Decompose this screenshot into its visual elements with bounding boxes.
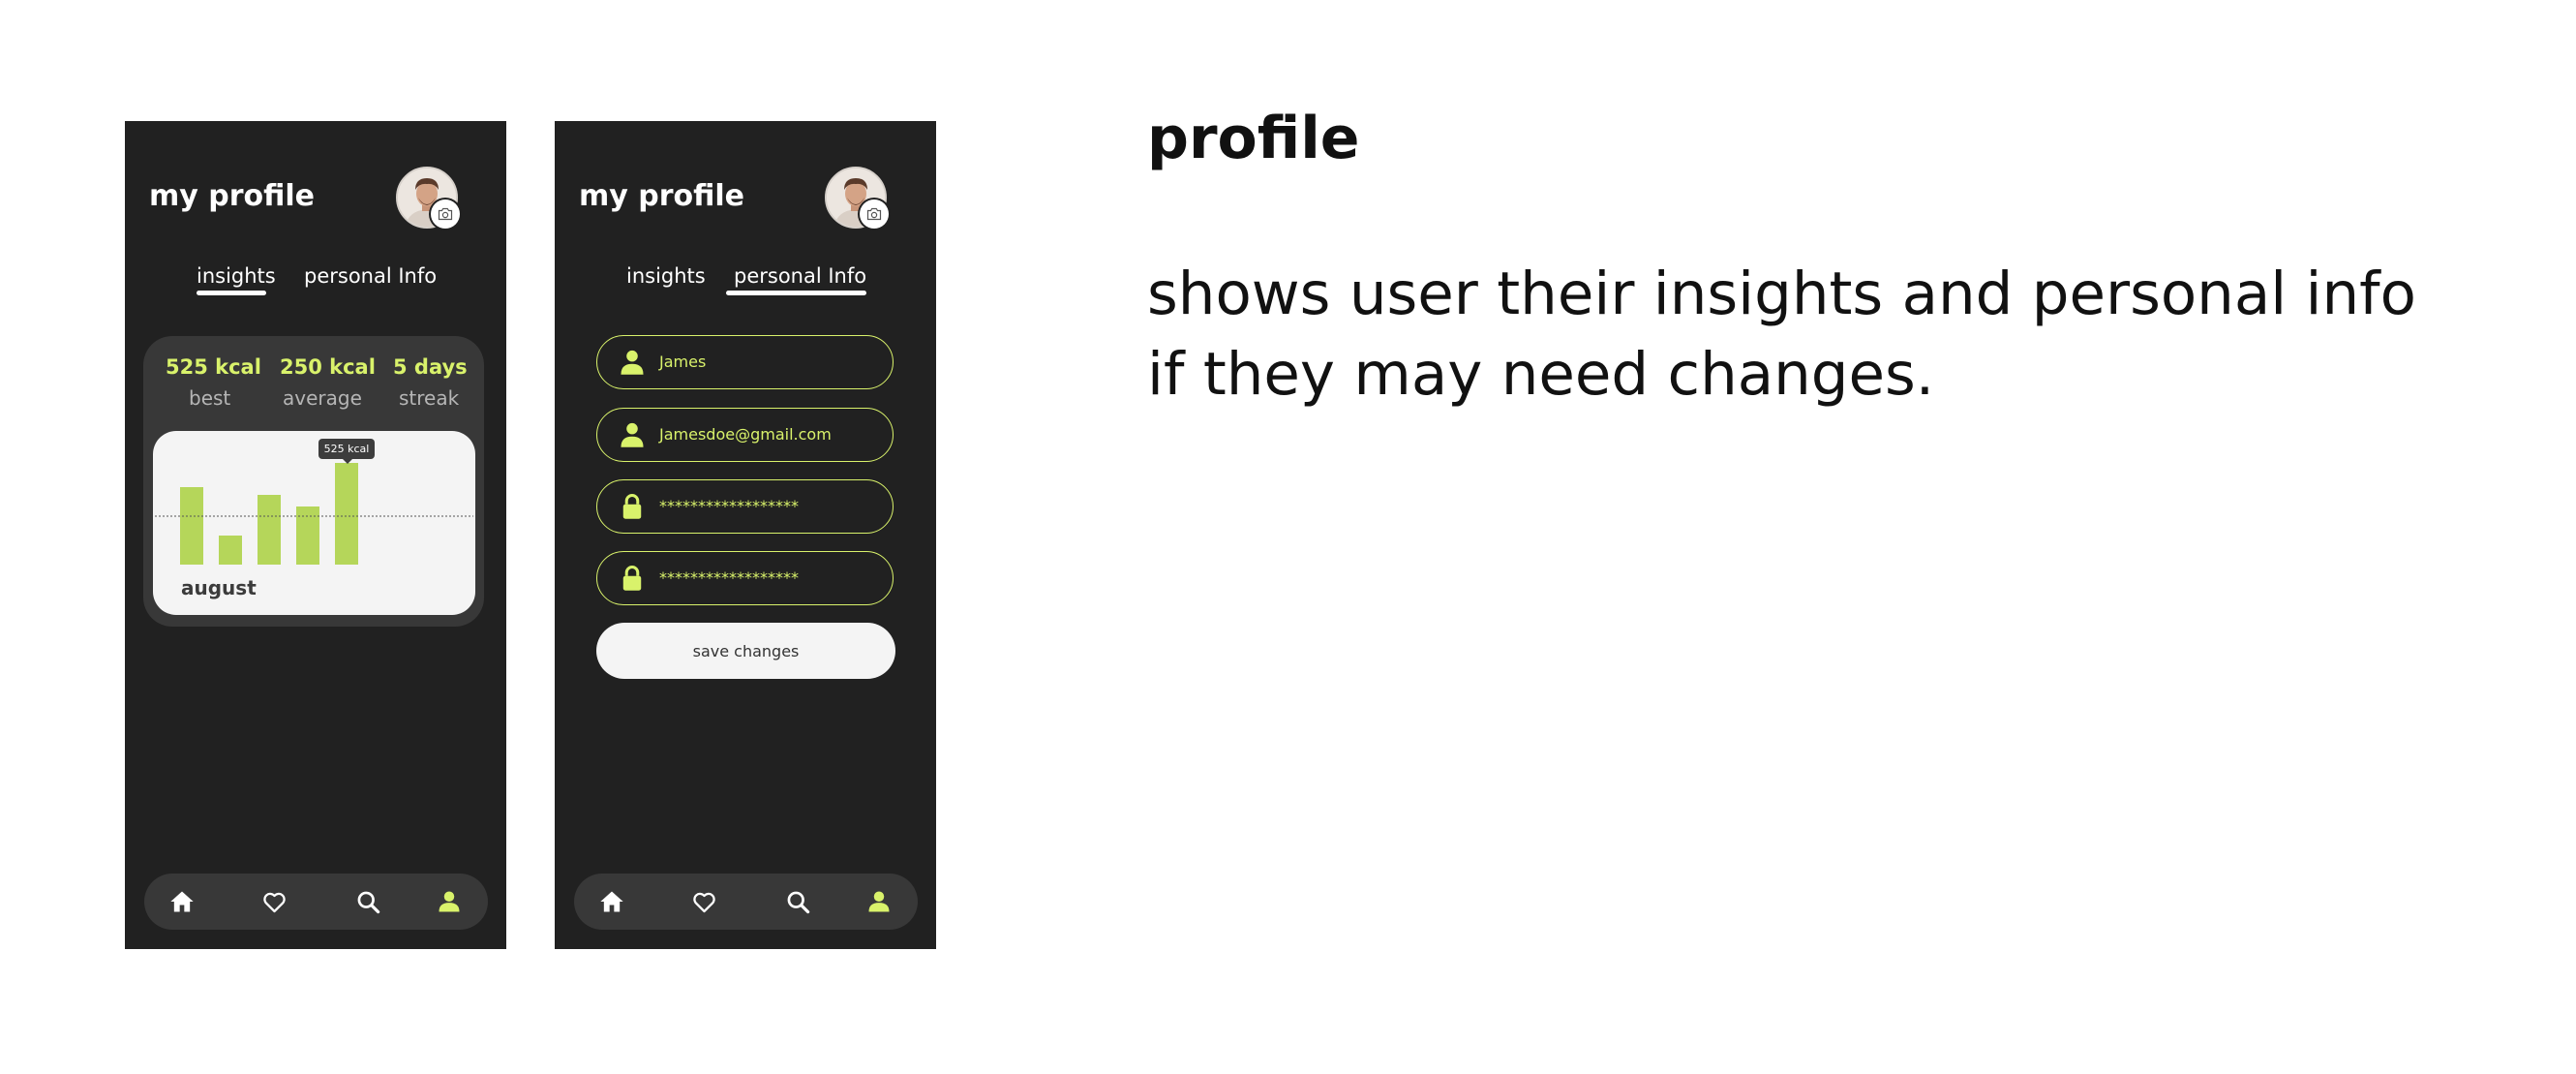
password-value: ******************: [659, 497, 799, 515]
section-description: shows user their insights and personal i…: [1147, 260, 2416, 409]
active-tab-underline: [197, 291, 266, 295]
profile-avatar[interactable]: [396, 167, 460, 229]
stat-streak-label: streak: [399, 386, 460, 410]
search-icon[interactable]: [780, 884, 815, 919]
name-value: James: [659, 353, 707, 371]
user-icon: [619, 348, 646, 377]
camera-icon[interactable]: [860, 199, 889, 229]
chart-month-label: august: [181, 576, 257, 599]
home-icon[interactable]: [594, 884, 629, 919]
home-icon[interactable]: [165, 884, 199, 919]
chart-bar[interactable]: [180, 487, 203, 565]
personal-info-screen: my profile insights personal Info James: [555, 121, 936, 949]
name-field[interactable]: James: [596, 335, 894, 389]
password-field[interactable]: ******************: [596, 479, 894, 534]
stat-average-label: average: [283, 386, 362, 410]
user-icon: [619, 420, 646, 449]
section-heading: profile: [1147, 105, 1360, 172]
chart-bar[interactable]: [335, 463, 358, 565]
profile-nav-icon[interactable]: [432, 884, 467, 919]
tooltip-pointer: [343, 459, 352, 464]
chart-bar[interactable]: [258, 495, 281, 565]
stat-best-label: best: [189, 386, 231, 410]
profile-avatar[interactable]: [825, 167, 889, 229]
stat-best-value: 525 kcal: [166, 355, 261, 379]
profile-nav-icon[interactable]: [862, 884, 896, 919]
camera-icon[interactable]: [431, 199, 460, 229]
tab-personal-info[interactable]: personal Info: [304, 264, 437, 288]
calorie-chart: 525 kcal august: [153, 431, 475, 615]
email-value: Jamesdoe@gmail.com: [659, 425, 832, 444]
save-changes-button[interactable]: save changes: [596, 623, 895, 679]
tab-insights[interactable]: insights: [626, 264, 706, 288]
stat-streak-value: 5 days: [393, 355, 468, 379]
insights-card: 525 kcal best 250 kcal average 5 days st…: [143, 336, 484, 627]
email-field[interactable]: Jamesdoe@gmail.com: [596, 408, 894, 462]
confirm-password-value: ******************: [659, 568, 799, 587]
page-title: my profile: [579, 179, 745, 213]
heart-icon[interactable]: [257, 884, 291, 919]
tab-personal-info[interactable]: personal Info: [734, 264, 866, 288]
confirm-password-field[interactable]: ******************: [596, 551, 894, 605]
bottom-nav: [144, 874, 488, 930]
page-title: my profile: [149, 179, 316, 213]
heart-icon[interactable]: [686, 884, 721, 919]
insights-screen: my profile insights personal Info 525 kc…: [125, 121, 506, 949]
search-icon[interactable]: [350, 884, 385, 919]
chart-bar[interactable]: [219, 536, 242, 565]
lock-icon: [619, 492, 646, 521]
tab-insights[interactable]: insights: [197, 264, 276, 288]
bottom-nav: [574, 874, 918, 930]
chart-tooltip: 525 kcal: [318, 439, 375, 459]
stat-average-value: 250 kcal: [280, 355, 376, 379]
active-tab-underline: [726, 291, 866, 295]
chart-bar[interactable]: [296, 506, 319, 565]
lock-icon: [619, 564, 646, 593]
